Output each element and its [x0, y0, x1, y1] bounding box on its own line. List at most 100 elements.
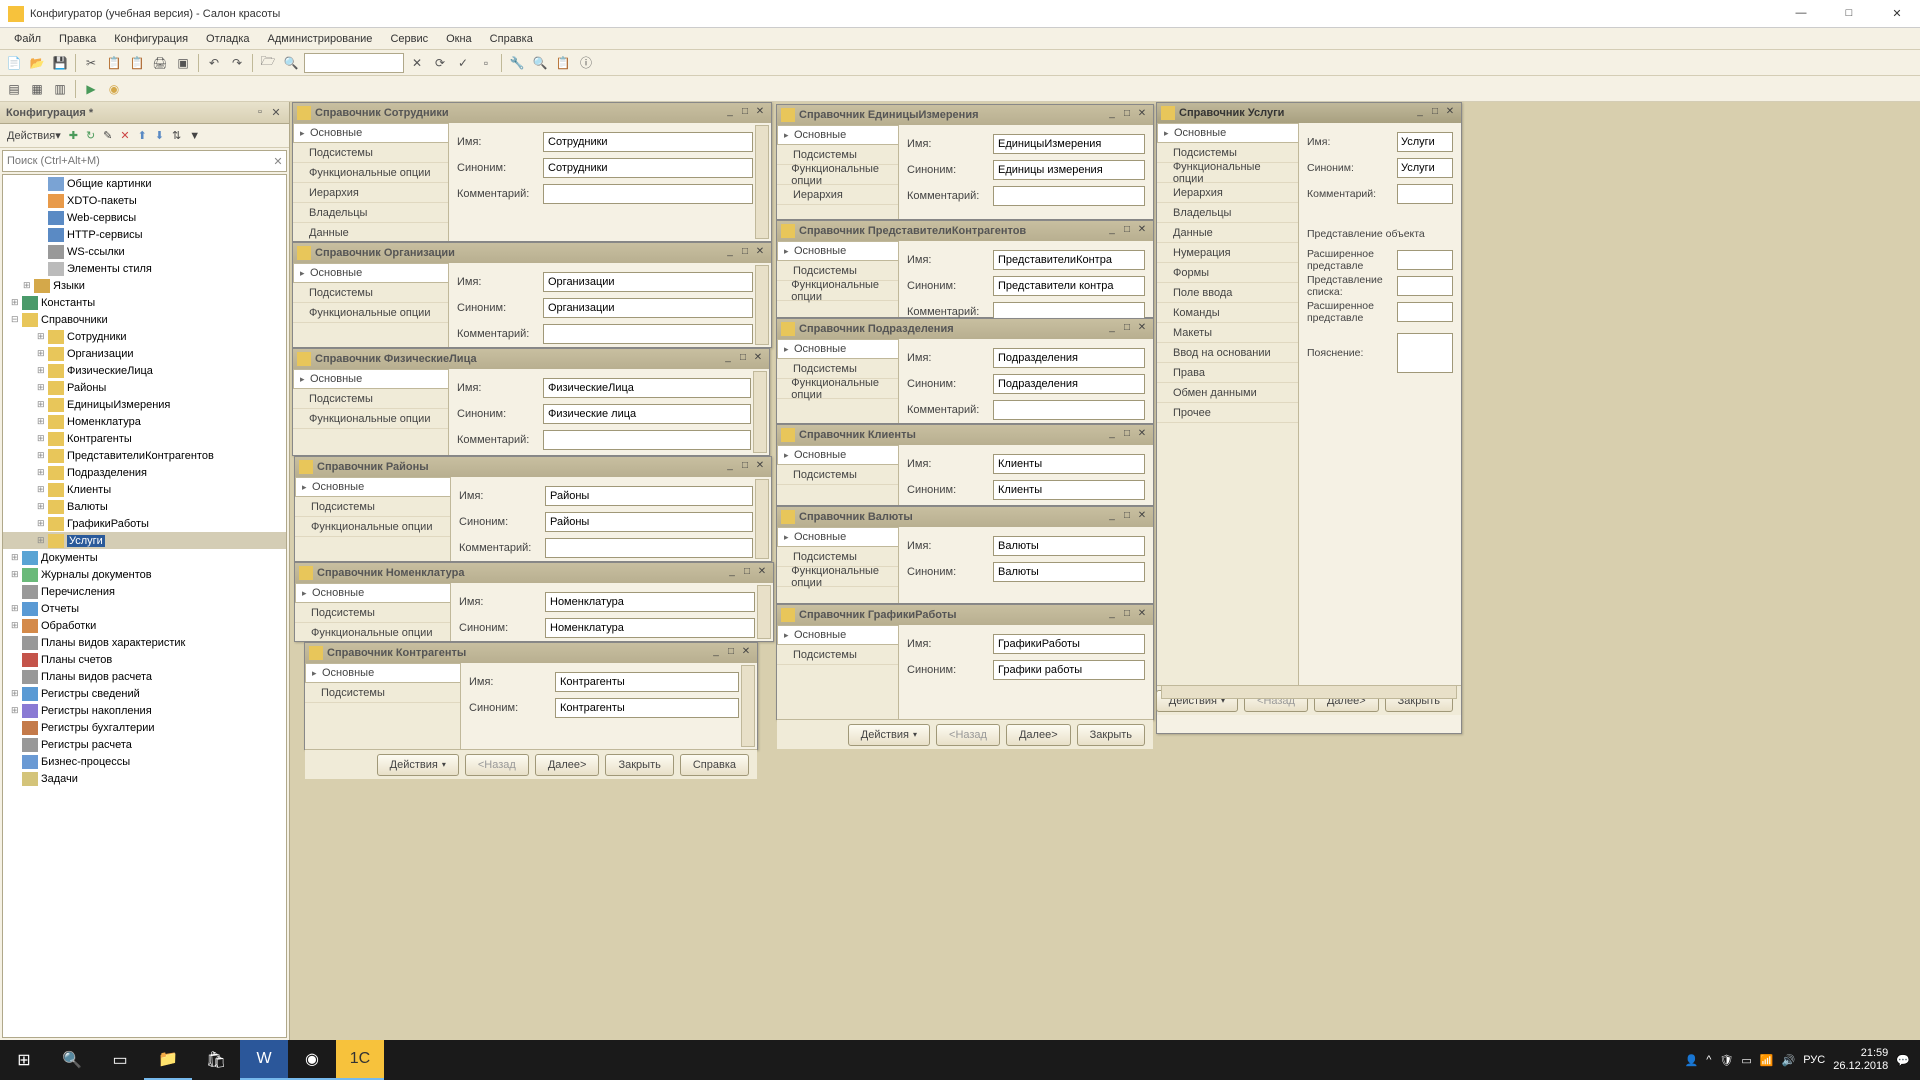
mdi-max-icon[interactable]: □ [724, 646, 738, 660]
tree-item[interactable]: ⊞Регистры накопления [3, 702, 286, 719]
next-button[interactable]: Далее> [1006, 724, 1071, 746]
name-input[interactable] [993, 634, 1145, 654]
prop-tab[interactable]: ▸Основные [777, 241, 898, 261]
name-input[interactable] [993, 454, 1145, 474]
tree-item[interactable]: ⊞Константы [3, 294, 286, 311]
chrome-icon[interactable]: ◉ [288, 1040, 336, 1080]
debug3-icon[interactable]: 📋 [553, 53, 573, 73]
prop-tab[interactable]: Подсистемы [293, 283, 448, 303]
mdi-max-icon[interactable]: □ [1120, 428, 1134, 442]
synonym-input[interactable] [545, 512, 753, 532]
mdi-min-icon[interactable]: _ [1105, 108, 1119, 122]
menu-Конфигурация[interactable]: Конфигурация [106, 31, 196, 47]
actions-dropdown[interactable]: Действия ▾ [4, 127, 64, 145]
scrollbar[interactable] [755, 125, 769, 239]
prop-tab[interactable]: Функциональные опции [777, 379, 898, 399]
mdi-header[interactable]: Справочник Номенклатура_□✕ [295, 563, 773, 583]
tree-item[interactable]: ⊞ГрафикиРаботы [3, 515, 286, 532]
next-button[interactable]: Далее> [535, 754, 600, 776]
start-button[interactable]: ⊞ [0, 1040, 48, 1080]
store-icon[interactable]: 🛍 [192, 1040, 240, 1080]
taskview-icon[interactable]: ▭ [96, 1040, 144, 1080]
help-button[interactable]: Справка [680, 754, 749, 776]
tree-item[interactable]: ⊞Журналы документов [3, 566, 286, 583]
synonym-input[interactable] [555, 698, 739, 718]
config-search-input[interactable] [3, 155, 270, 167]
mdi-close-icon[interactable]: ✕ [1135, 108, 1149, 122]
mdi-min-icon[interactable]: _ [1105, 608, 1119, 622]
comment-input[interactable] [543, 324, 753, 344]
prop-tab[interactable]: Владельцы [293, 203, 448, 223]
tray-defender-icon[interactable]: 🛡 [1719, 1054, 1733, 1067]
add-icon[interactable]: ✚ [66, 127, 81, 145]
comment-input[interactable] [543, 430, 751, 450]
tray-wifi-icon[interactable]: 📶 [1760, 1054, 1774, 1067]
mdi-close-icon[interactable]: ✕ [751, 352, 765, 366]
hscrollbar[interactable] [1161, 685, 1457, 699]
prop-tab[interactable]: Обмен данными [1157, 383, 1298, 403]
mdi-min-icon[interactable]: _ [1105, 510, 1119, 524]
explorer-icon[interactable]: 📁 [144, 1040, 192, 1080]
mdi-header[interactable]: Справочник Организации_□✕ [293, 243, 771, 263]
list-repr-input[interactable] [1397, 276, 1453, 296]
tree-item[interactable]: ⊟Справочники [3, 311, 286, 328]
tree-item[interactable]: Web-сервисы [3, 209, 286, 226]
name-input[interactable] [1397, 132, 1453, 152]
prop-tab[interactable]: Подсистемы [295, 603, 450, 623]
search-taskbar-icon[interactable]: 🔍 [48, 1040, 96, 1080]
tray-chevron-icon[interactable]: ^ [1706, 1054, 1711, 1066]
mdi-max-icon[interactable]: □ [1120, 510, 1134, 524]
ext-repr-input[interactable] [1397, 250, 1453, 270]
mdi-min-icon[interactable]: _ [723, 106, 737, 120]
prop-tab[interactable]: Ввод на основании [1157, 343, 1298, 363]
menu-Файл[interactable]: Файл [6, 31, 49, 47]
prop-tab[interactable]: ▸Основные [295, 583, 450, 603]
prop-icon[interactable]: ▦ [27, 79, 47, 99]
zoom-icon[interactable]: 🔍 [281, 53, 301, 73]
mdi-max-icon[interactable]: □ [738, 246, 752, 260]
tree-item[interactable]: ⊞Клиенты [3, 481, 286, 498]
tree-item[interactable]: Общие картинки [3, 175, 286, 192]
mdi-min-icon[interactable]: _ [725, 566, 739, 580]
comment-input[interactable] [543, 184, 753, 204]
mdi-header[interactable]: Справочник Районы_□✕ [295, 457, 771, 477]
mdi-max-icon[interactable]: □ [736, 352, 750, 366]
minimize-button[interactable]: — [1786, 7, 1816, 20]
prop-tab[interactable]: Функциональные опции [777, 165, 898, 185]
redo-icon[interactable]: ↷ [227, 53, 247, 73]
close-button[interactable]: Закрыть [1077, 724, 1145, 746]
synonym-input[interactable] [993, 480, 1145, 500]
delete-icon[interactable]: ✕ [117, 127, 132, 145]
prop-tab[interactable]: Данные [1157, 223, 1298, 243]
scrollbar[interactable] [757, 585, 771, 639]
tree-item[interactable]: ⊞Контрагенты [3, 430, 286, 447]
mdi-min-icon[interactable]: _ [1413, 106, 1427, 120]
mdi-close-icon[interactable]: ✕ [753, 460, 767, 474]
tree-item[interactable]: HTTP-сервисы [3, 226, 286, 243]
mdi-close-icon[interactable]: ✕ [1443, 106, 1457, 120]
tree-item[interactable]: ⊞Валюты [3, 498, 286, 515]
prop-tab[interactable]: Иерархия [777, 185, 898, 205]
name-input[interactable] [993, 536, 1145, 556]
tray-volume-icon[interactable]: 🔊 [1782, 1054, 1796, 1067]
tree-item[interactable]: ⊞Номенклатура [3, 413, 286, 430]
tray-notifications-icon[interactable]: 💬 [1896, 1054, 1910, 1067]
prop-tab[interactable]: Иерархия [1157, 183, 1298, 203]
prop-tab[interactable]: ▸Основные [777, 445, 898, 465]
stop-icon[interactable]: ◉ [104, 79, 124, 99]
tree-item[interactable]: XDTO-пакеты [3, 192, 286, 209]
comment-input[interactable] [993, 400, 1145, 420]
menu-Администрирование[interactable]: Администрирование [260, 31, 381, 47]
tree-icon[interactable]: ▤ [4, 79, 24, 99]
mdi-close-icon[interactable]: ✕ [739, 646, 753, 660]
mdi-min-icon[interactable]: _ [1105, 428, 1119, 442]
name-input[interactable] [555, 672, 739, 692]
tree-item[interactable]: Бизнес-процессы [3, 753, 286, 770]
mdi-header[interactable]: Справочник Контрагенты_□✕ [305, 643, 757, 663]
add2-icon[interactable]: ↻ [83, 127, 98, 145]
people-icon[interactable]: 👤 [1685, 1054, 1699, 1067]
mdi-max-icon[interactable]: □ [738, 106, 752, 120]
comment-input[interactable] [1397, 184, 1453, 204]
mdi-close-icon[interactable]: ✕ [1135, 322, 1149, 336]
refresh-icon[interactable]: ⟳ [430, 53, 450, 73]
